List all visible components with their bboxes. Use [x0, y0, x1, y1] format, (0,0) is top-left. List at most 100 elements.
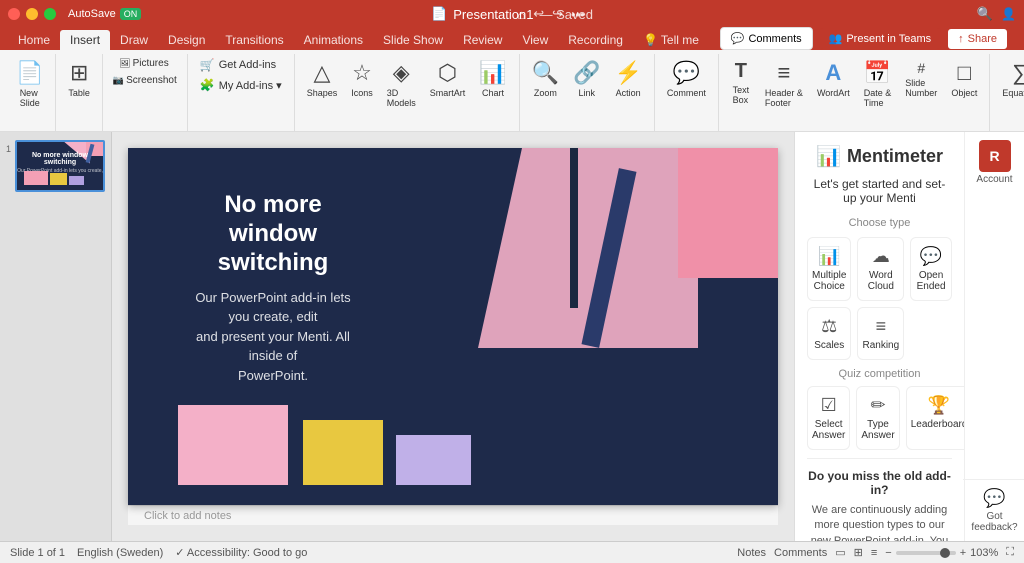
- tab-draw[interactable]: Draw: [110, 30, 158, 50]
- tab-view[interactable]: View: [512, 30, 558, 50]
- slide-canvas[interactable]: No more window switching Our PowerPoint …: [128, 148, 778, 505]
- comments-button[interactable]: 💬 Comments: [720, 27, 813, 50]
- equation-button[interactable]: ∑ Equation: [996, 56, 1024, 102]
- tab-review[interactable]: Review: [453, 30, 512, 50]
- quiz-select-answer[interactable]: ☑ Select Answer: [807, 386, 850, 450]
- maximize-button[interactable]: [44, 8, 56, 20]
- table-button[interactable]: ⊞ Table: [62, 56, 96, 102]
- zoom-out-icon[interactable]: −: [885, 547, 891, 559]
- lightbulb-icon: 💡: [643, 33, 658, 47]
- type-ranking[interactable]: ≡ Ranking: [857, 307, 904, 360]
- slide-panel: 1 No more window switching Our PowerPoin…: [0, 132, 112, 541]
- textbox-button[interactable]: T TextBox: [725, 56, 757, 109]
- profile-icon[interactable]: 👤: [1001, 7, 1016, 21]
- slide-decoration-dark-line: [570, 148, 578, 308]
- tab-design[interactable]: Design: [158, 30, 215, 50]
- models-3d-icon: ◈: [393, 60, 410, 86]
- tab-home[interactable]: Home: [8, 30, 60, 50]
- type-multiple-choice[interactable]: 📊 Multiple Choice: [807, 237, 851, 301]
- tab-transitions[interactable]: Transitions: [215, 30, 293, 50]
- object-button[interactable]: □ Object: [945, 56, 983, 102]
- screenshot-button[interactable]: 📷 Screenshot: [109, 73, 181, 88]
- menti-logo: 📊 Mentimeter: [807, 144, 952, 169]
- thumb-title: No more window switching: [17, 152, 103, 166]
- shapes-button[interactable]: △ Shapes: [301, 56, 344, 102]
- slide-info: Slide 1 of 1: [10, 547, 65, 559]
- account-label: Account: [976, 174, 1012, 185]
- slidenumber-icon: #: [917, 60, 925, 76]
- comment-button[interactable]: 💬 Comment: [661, 56, 712, 102]
- share-icon: ↑: [958, 33, 964, 45]
- table-section: ⊞ Table: [56, 54, 103, 131]
- smartart-button[interactable]: ⬡ SmartArt: [424, 56, 472, 102]
- view-normal-icon[interactable]: ▭: [835, 546, 845, 559]
- pictures-icon: 🖼: [119, 58, 130, 69]
- notes-bar[interactable]: Click to add notes: [128, 505, 778, 525]
- equation-icon: ∑: [1012, 60, 1024, 86]
- share-button[interactable]: ↑ Share: [947, 28, 1008, 50]
- slide-thumb-inner: No more window switching Our PowerPoint …: [17, 142, 103, 190]
- view-reading-icon[interactable]: ≡: [871, 547, 877, 559]
- saved-status: — Saved: [539, 7, 592, 22]
- autosave-badge[interactable]: ON: [120, 8, 142, 20]
- header-footer-button[interactable]: ≡ Header &Footer: [759, 56, 809, 112]
- account-avatar[interactable]: R: [979, 140, 1011, 172]
- old-addin-section: Do you miss the old add-in? We are conti…: [807, 458, 952, 541]
- titlebar: AutoSave ON ⌂ ↩ ↪ ••• 📄 Presentation1 — …: [0, 0, 1024, 28]
- comment-ribbon-icon: 💬: [673, 60, 700, 86]
- thumb-bar-3: [69, 176, 84, 186]
- date-time-button[interactable]: 📅 Date &Time: [858, 56, 898, 112]
- chart-button[interactable]: 📊 Chart: [473, 56, 512, 102]
- window-controls[interactable]: [8, 8, 56, 20]
- wordart-button[interactable]: A WordArt: [811, 56, 856, 102]
- slide-number-button[interactable]: # SlideNumber: [899, 56, 943, 102]
- view-grid-icon[interactable]: ⊞: [854, 546, 863, 559]
- autosave-control[interactable]: AutoSave ON: [68, 8, 141, 20]
- tab-insert[interactable]: Insert: [60, 30, 110, 50]
- canvas-area[interactable]: No more window switching Our PowerPoint …: [112, 132, 794, 541]
- search-icon[interactable]: 🔍: [977, 6, 993, 22]
- new-slide-icon: 📄: [16, 60, 43, 86]
- comments-status-btn[interactable]: Comments: [774, 547, 827, 559]
- tab-tellme[interactable]: 💡 Tell me: [633, 30, 709, 50]
- present-in-teams-button[interactable]: 👥 Present in Teams: [819, 28, 942, 49]
- pictures-button[interactable]: 🖼 Pictures: [109, 56, 179, 71]
- type-word-cloud[interactable]: ☁ Word Cloud: [857, 237, 904, 301]
- open-ended-icon: 💬: [920, 246, 942, 267]
- type-scales[interactable]: ⚖ Scales: [807, 307, 851, 360]
- tab-animations[interactable]: Animations: [294, 30, 373, 50]
- minimize-button[interactable]: [26, 8, 38, 20]
- fit-screen-icon[interactable]: ⛶: [1006, 546, 1014, 559]
- quiz-leaderboard[interactable]: 🏆 Leaderboard: [906, 386, 964, 450]
- datetime-icon: 📅: [864, 60, 891, 86]
- zoom-slider[interactable]: [896, 551, 956, 555]
- zoom-thumb: [940, 548, 950, 558]
- zoom-percent[interactable]: 103%: [970, 547, 998, 559]
- zoom-control[interactable]: − + 103%: [885, 547, 998, 559]
- 3dmodels-button[interactable]: ◈ 3DModels: [381, 56, 422, 112]
- comment-icon: 💬: [731, 32, 745, 45]
- zoom-in-icon[interactable]: +: [960, 547, 966, 559]
- quiz-section-label: Quiz competition: [807, 368, 952, 380]
- scales-icon: ⚖: [821, 316, 837, 337]
- tab-recording[interactable]: Recording: [558, 30, 633, 50]
- ranking-icon: ≡: [876, 316, 887, 337]
- quiz-type-answer[interactable]: ✏ Type Answer: [856, 386, 899, 450]
- link-button[interactable]: 🔗 Link: [567, 56, 606, 102]
- tab-slideshow[interactable]: Slide Show: [373, 30, 453, 50]
- powerpoint-icon: 📄: [431, 6, 447, 22]
- type-open-ended[interactable]: 💬 Open Ended: [910, 237, 952, 301]
- get-addins-button[interactable]: 🛒 Get Add-ins: [194, 56, 282, 74]
- slide-thumbnail[interactable]: No more window switching Our PowerPoint …: [15, 140, 105, 192]
- action-button[interactable]: ⚡ Action: [608, 56, 647, 102]
- object-icon: □: [958, 60, 971, 86]
- close-button[interactable]: [8, 8, 20, 20]
- feedback-section[interactable]: 💬 Gotfeedback?: [963, 479, 1024, 541]
- icons-button[interactable]: ☆ Icons: [345, 56, 379, 102]
- my-addins-button[interactable]: 🧩 My Add-ins ▾: [194, 76, 288, 94]
- menti-types-grid: 📊 Multiple Choice ☁ Word Cloud 💬 Open En…: [807, 237, 952, 360]
- zoom-button[interactable]: 🔍 Zoom: [526, 56, 565, 102]
- new-slide-button[interactable]: 📄 NewSlide: [10, 56, 49, 112]
- notes-status-btn[interactable]: Notes: [737, 547, 766, 559]
- notes-placeholder: Click to add notes: [144, 510, 231, 522]
